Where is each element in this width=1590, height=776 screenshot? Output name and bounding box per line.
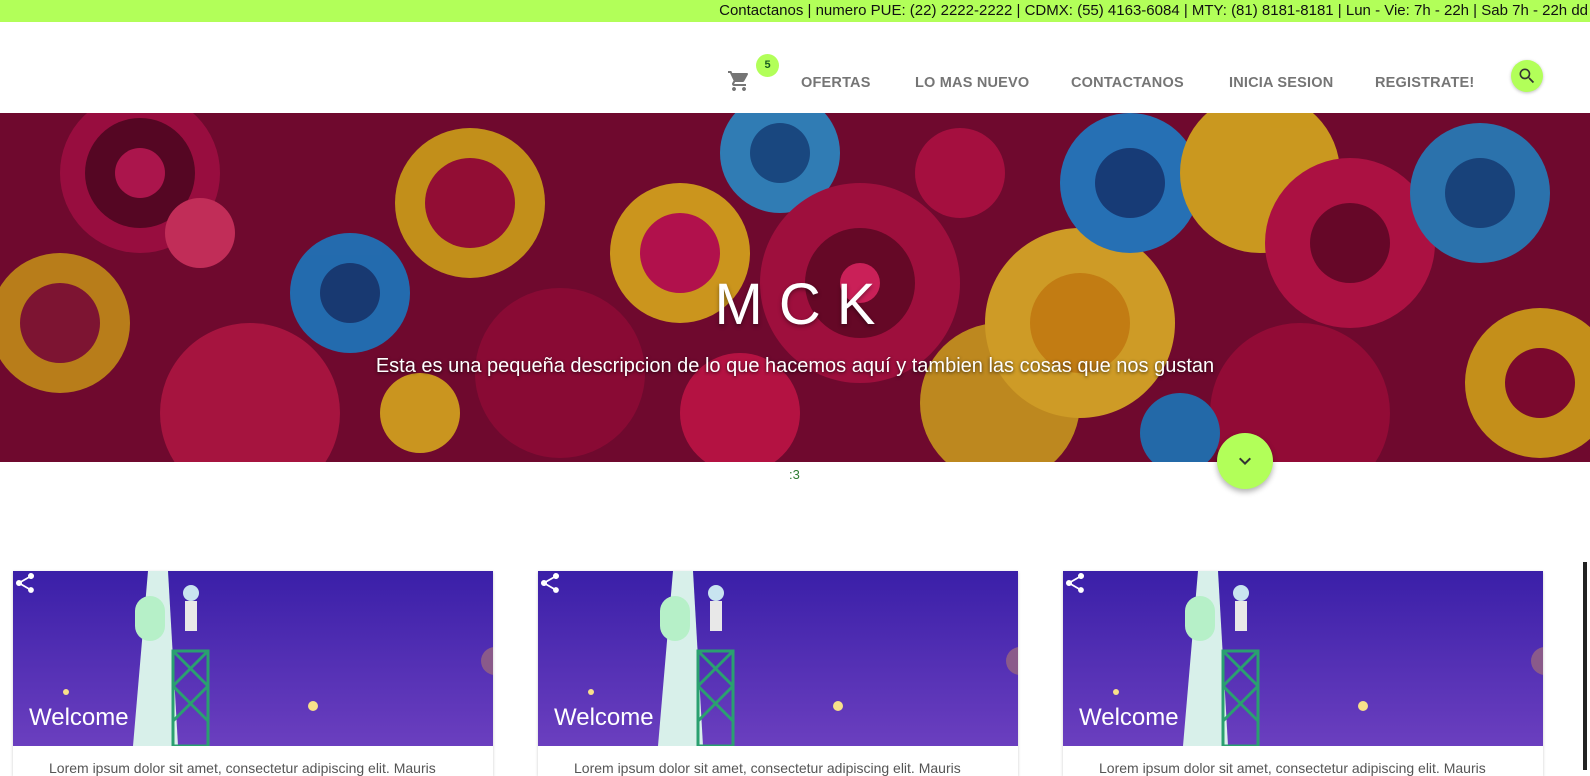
smiley-text: :3 xyxy=(789,467,800,482)
card-image: Welcome xyxy=(1063,571,1543,746)
contact-info-text: Contactanos | numero PUE: (22) 2222-2222… xyxy=(719,2,1588,19)
card-title: Welcome xyxy=(1079,704,1179,731)
page-scrollbar[interactable] xyxy=(1583,562,1587,770)
chevron-down-icon xyxy=(1239,457,1251,465)
card-2: Welcome Lorem ipsum dolor sit amet, cons… xyxy=(538,571,1018,776)
hero-banner: MCK Esta es una pequeña descripcion de l… xyxy=(0,113,1590,462)
card-title: Welcome xyxy=(29,704,129,731)
search-button[interactable] xyxy=(1511,60,1543,92)
card-text: Lorem ipsum dolor sit amet, consectetur … xyxy=(1099,760,1486,776)
nav-registrate[interactable]: REGISTRATE! xyxy=(1375,75,1474,91)
card-3: Welcome Lorem ipsum dolor sit amet, cons… xyxy=(1063,571,1543,776)
nav-ofertas[interactable]: OFERTAS xyxy=(801,75,871,91)
hero-subtitle: Esta es una pequeña descripcion de lo qu… xyxy=(375,355,1215,377)
card-text: Lorem ipsum dolor sit amet, consectetur … xyxy=(49,760,436,776)
nav-lo-mas-nuevo[interactable]: LO MAS NUEVO xyxy=(915,75,1029,91)
shopping-cart-icon[interactable] xyxy=(727,69,751,93)
nav-contactanos[interactable]: CONTACTANOS xyxy=(1071,75,1184,91)
share-icon[interactable] xyxy=(13,571,37,595)
search-icon xyxy=(1519,68,1535,84)
nav-inicia-sesion[interactable]: INICIA SESION xyxy=(1229,75,1333,91)
card-image: Welcome xyxy=(538,571,1018,746)
cart-count-badge: 5 xyxy=(756,54,779,77)
hero-title: MCK xyxy=(714,272,892,337)
contact-info-bar: Contactanos | numero PUE: (22) 2222-2222… xyxy=(0,0,1590,22)
card-title: Welcome xyxy=(554,704,654,731)
card-text: Lorem ipsum dolor sit amet, consectetur … xyxy=(574,760,961,776)
share-icon[interactable] xyxy=(538,571,562,595)
scroll-down-button[interactable] xyxy=(1217,433,1273,489)
navbar xyxy=(0,22,1590,113)
card-1: Welcome Lorem ipsum dolor sit amet, cons… xyxy=(13,571,493,776)
card-image: Welcome xyxy=(13,571,493,746)
share-icon[interactable] xyxy=(1063,571,1087,595)
